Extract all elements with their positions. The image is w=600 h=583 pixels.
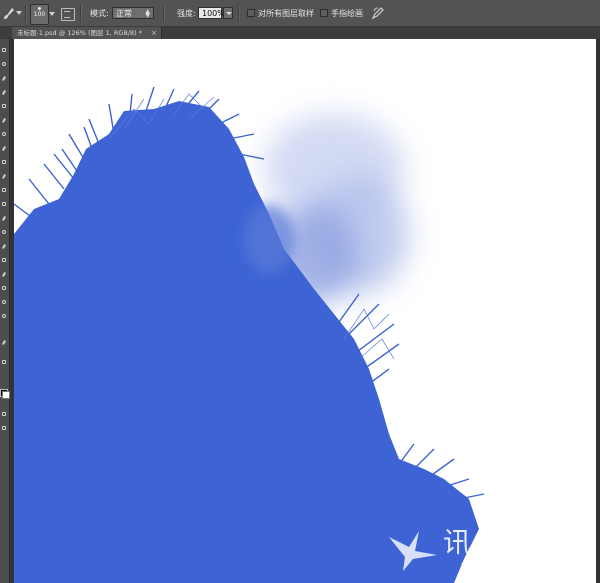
- watermark: 讯幻网络 www.xhkj5.com: [385, 517, 590, 577]
- history-brush-tool-icon[interactable]: [1, 173, 7, 179]
- healing-brush-tool-icon[interactable]: [1, 131, 7, 137]
- eraser-tool-icon[interactable]: [1, 187, 7, 193]
- tablet-pressure-button[interactable]: [371, 6, 387, 21]
- strength-slider-dropdown[interactable]: [223, 7, 233, 19]
- strength-label: 强度:: [177, 9, 196, 18]
- tools-panel: [0, 39, 10, 583]
- crop-tool-icon[interactable]: [1, 103, 7, 109]
- divider: [25, 5, 27, 22]
- screen-mode-icon[interactable]: [1, 425, 7, 431]
- gradient-tool-icon[interactable]: [1, 201, 7, 207]
- document-canvas[interactable]: 讯幻网络 www.xhkj5.com: [14, 39, 596, 583]
- sample-all-layers-checkbox[interactable]: [247, 9, 255, 17]
- default-colors-icon[interactable]: [1, 359, 7, 365]
- clone-stamp-tool-icon[interactable]: [1, 159, 7, 165]
- tool-preset-picker[interactable]: [2, 6, 22, 21]
- mode-select-value: 正常: [116, 9, 132, 18]
- divider: [238, 5, 240, 22]
- finger-painting-label: 手指绘画: [331, 9, 363, 18]
- move-tool-icon[interactable]: [1, 47, 7, 53]
- type-tool-icon[interactable]: [1, 257, 7, 263]
- quick-select-tool-icon[interactable]: [1, 89, 7, 95]
- pen-tool-icon[interactable]: [1, 243, 7, 249]
- shape-tool-icon[interactable]: [1, 285, 7, 291]
- edit-toolbar-icon[interactable]: [1, 339, 7, 345]
- watermark-url: www.xhkj5.com: [461, 559, 548, 572]
- marquee-tool-icon[interactable]: [1, 61, 7, 67]
- sample-all-layers-label: 对所有图层取样: [258, 9, 314, 18]
- brush-tip-icon: [38, 7, 41, 10]
- document-tab[interactable]: 未标题-1.psd @ 126% (图层 1, RGB/8) * ×: [12, 27, 162, 39]
- divider: [80, 5, 82, 22]
- strength-input[interactable]: 100%: [198, 7, 225, 19]
- divider: [163, 5, 165, 22]
- brush-panel-toggle-icon[interactable]: [61, 8, 75, 21]
- mode-select[interactable]: 正常 ▲ ▼: [112, 7, 154, 19]
- chevron-down-icon: [16, 11, 22, 15]
- bird-logo-icon: [389, 531, 437, 571]
- tablet-pressure-icon: [371, 7, 384, 20]
- mode-label: 模式:: [90, 9, 109, 18]
- lasso-tool-icon[interactable]: [1, 75, 7, 81]
- brush-size-value: 100: [33, 11, 46, 18]
- path-selection-tool-icon[interactable]: [1, 271, 7, 277]
- quick-mask-icon[interactable]: [1, 411, 7, 417]
- zoom-tool-icon[interactable]: [1, 313, 7, 319]
- document-tab-bar: 未标题-1.psd @ 126% (图层 1, RGB/8) * ×: [0, 27, 600, 39]
- document-tab-title: 未标题-1.psd @ 126% (图层 1, RGB/8) *: [17, 29, 143, 37]
- brush-tool-icon[interactable]: [1, 145, 7, 151]
- brush-tool-icon: [4, 8, 14, 19]
- finger-painting-checkbox[interactable]: [320, 9, 328, 17]
- smudge-tool-icon[interactable]: [1, 215, 7, 221]
- canvas-area[interactable]: 讯幻网络 www.xhkj5.com: [10, 39, 600, 583]
- dodge-tool-icon[interactable]: [1, 229, 7, 235]
- updown-arrows-icon: ▲ ▼: [145, 8, 150, 19]
- hand-tool-icon[interactable]: [1, 299, 7, 305]
- brush-picker-dropdown[interactable]: [48, 8, 55, 20]
- eyedropper-tool-icon[interactable]: [1, 117, 7, 123]
- watermark-text: 讯幻网络: [443, 526, 580, 559]
- background-color-swatch[interactable]: [2, 391, 10, 399]
- brush-size-picker[interactable]: 100: [30, 4, 49, 25]
- painted-artwork: [14, 86, 485, 583]
- close-icon[interactable]: ×: [151, 27, 157, 39]
- options-bar: 100 模式: 正常 ▲ ▼ 强度: 100% 对所有图层取样 手指绘画: [0, 0, 600, 27]
- painted-blue-area: [14, 101, 479, 583]
